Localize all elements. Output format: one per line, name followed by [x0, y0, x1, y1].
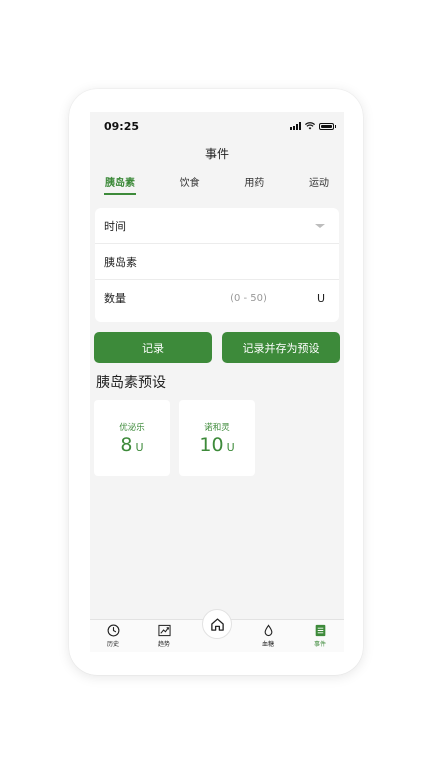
- quantity-label: 数量: [104, 292, 126, 305]
- chevron-down-icon[interactable]: [315, 223, 325, 228]
- status-time: 09:25: [104, 119, 140, 133]
- wifi-icon: [305, 122, 315, 130]
- bottom-tab-history[interactable]: 历史: [93, 624, 133, 652]
- tab-medication[interactable]: 用药: [243, 176, 265, 196]
- preset-name: 诺和灵: [204, 422, 230, 433]
- preset-name: 优泌乐: [119, 422, 145, 433]
- event-tabs: 胰岛素 饮食 用药 运动: [90, 176, 344, 196]
- drop-icon: [264, 624, 272, 636]
- cellular-signal-icon: [290, 122, 301, 130]
- tab-diet[interactable]: 饮食: [179, 176, 201, 196]
- clock-icon: [107, 624, 119, 637]
- preset-value: 8 U: [120, 434, 143, 456]
- bottom-tab-label: 趋势: [157, 641, 170, 648]
- time-field[interactable]: 时间: [95, 208, 339, 244]
- bottom-tab-label: 血糖: [261, 641, 274, 648]
- quantity-range-placeholder: (0 - 50): [230, 292, 267, 304]
- trend-chart-icon: [157, 624, 171, 637]
- bottom-tab-blood-glucose[interactable]: 血糖: [248, 624, 288, 652]
- preset-unit: U: [135, 440, 144, 454]
- status-icons: [290, 122, 336, 130]
- preset-dose: 10: [199, 433, 224, 456]
- preset-card[interactable]: 诺和灵 10 U: [179, 400, 255, 476]
- preset-dose: 8: [120, 433, 133, 456]
- preset-section-title: 胰岛素预设: [96, 375, 166, 391]
- page-title: 事件: [204, 147, 229, 161]
- bottom-tab-bar: 历史 趋势 血糖 事件: [90, 609, 344, 652]
- event-form-card: 时间 胰岛素 数量 (0 - 50) U: [95, 208, 339, 322]
- status-bar: 09:25: [90, 112, 344, 140]
- tab-insulin[interactable]: 胰岛素: [104, 176, 136, 196]
- event-list-icon: [315, 624, 325, 637]
- record-save-preset-button[interactable]: 记录并存为预设: [222, 332, 340, 363]
- tab-exercise[interactable]: 运动: [308, 176, 330, 196]
- preset-unit: U: [226, 440, 235, 454]
- quantity-unit: U: [316, 291, 325, 305]
- app-screen: 09:25 事件 胰岛素 饮食 用药 运动 时间 胰岛素 数量 (0 - 50)…: [90, 112, 344, 652]
- record-button[interactable]: 记录: [94, 332, 212, 363]
- home-icon: [210, 617, 224, 631]
- preset-card[interactable]: 优泌乐 8 U: [94, 400, 170, 476]
- bottom-tab-label: 事件: [313, 641, 326, 648]
- bottom-tab-trends[interactable]: 趋势: [144, 624, 184, 652]
- insulin-type-field[interactable]: 胰岛素: [95, 244, 339, 280]
- preset-value: 10 U: [199, 434, 234, 456]
- battery-icon: [319, 122, 336, 130]
- bottom-tab-label: 历史: [106, 641, 119, 648]
- bottom-tab-home[interactable]: [202, 609, 232, 639]
- bottom-tab-events[interactable]: 事件: [300, 624, 340, 652]
- insulin-label: 胰岛素: [104, 255, 137, 269]
- quantity-field[interactable]: 数量 (0 - 50) U: [95, 280, 339, 316]
- time-label: 时间: [104, 219, 126, 233]
